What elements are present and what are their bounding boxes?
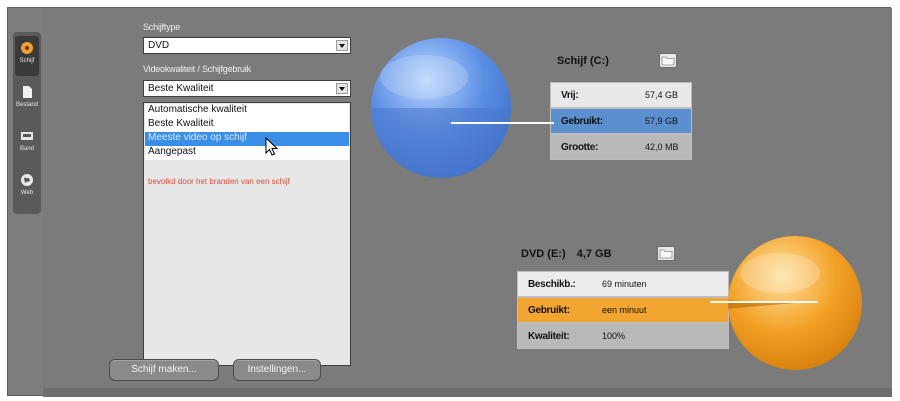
- quality-option[interactable]: Beste Kwaliteit: [145, 118, 349, 132]
- quality-value: Beste Kwaliteit: [148, 83, 214, 94]
- mouse-cursor-icon: [265, 137, 279, 156]
- sidebar-item-label: Bestand: [15, 102, 39, 108]
- sidebar-item-web[interactable]: Web: [15, 168, 39, 208]
- row-key: Grootte:: [561, 142, 599, 153]
- chevron-down-icon[interactable]: [336, 83, 348, 94]
- disc-type-select[interactable]: DVD: [143, 37, 351, 54]
- drive-c-title: Schijf (C:): [557, 55, 609, 67]
- row-value: 69 minuten: [602, 279, 647, 289]
- drive-c-row-free: Vrij: 57,4 GB: [550, 82, 692, 108]
- row-key: Vrij:: [561, 90, 579, 101]
- folder-icon: [661, 56, 675, 66]
- sidebar-item-label: Schijf: [19, 58, 35, 64]
- row-key: Gebruikt:: [528, 305, 570, 316]
- settings-button[interactable]: Instellingen...: [233, 359, 321, 381]
- row-value: 42,0 MB: [645, 142, 679, 152]
- app-window: Schijf Bestand Band Web Schijftype DVD V…: [7, 7, 892, 397]
- sidebar-item-file[interactable]: Bestand: [15, 80, 39, 120]
- row-key: Gebruikt:: [561, 116, 603, 127]
- sidebar-item-tape[interactable]: Band: [15, 124, 39, 164]
- quality-option[interactable]: Aangepast: [145, 146, 349, 160]
- dvd-folder-button[interactable]: [657, 246, 675, 261]
- quality-option[interactable]: Automatische kwaliteit: [145, 104, 349, 118]
- dvd-usage-pie: [710, 236, 862, 370]
- file-icon: [23, 86, 32, 98]
- sidebar-item-label: Band: [19, 146, 34, 152]
- quality-info-text: bevolkd door het branden van een schijf: [148, 177, 290, 186]
- quality-option-selected[interactable]: Meeste video op schijf: [145, 132, 349, 146]
- sidebar: Schijf Bestand Band Web: [13, 32, 41, 214]
- sidebar-item-label: Web: [20, 190, 34, 196]
- drive-c-folder-button[interactable]: [659, 53, 677, 68]
- drive-c-row-size: Grootte: 42,0 MB: [550, 134, 692, 160]
- folder-icon: [659, 249, 673, 259]
- dvd-row-quality: Kwaliteit: 100%: [517, 323, 729, 349]
- dvd-capacity: 4,7 GB: [576, 248, 612, 260]
- main-panel: Schijftype DVD Videokwaliteit / Schijfge…: [43, 8, 892, 397]
- drive-c-pie-used-slice: [371, 108, 511, 178]
- row-value: 100%: [602, 331, 626, 341]
- quality-dropdown-list: Automatische kwaliteit Beste Kwaliteit M…: [143, 102, 351, 366]
- chevron-down-icon[interactable]: [336, 40, 348, 51]
- row-key: Kwaliteit:: [528, 331, 570, 342]
- globe-icon: [21, 174, 33, 186]
- quality-label: Videokwaliteit / Schijfgebruik: [143, 64, 251, 74]
- dvd-title-text: DVD (E:): [521, 248, 566, 260]
- dvd-title: DVD (E:) 4,7 GB: [521, 248, 612, 260]
- row-value: 57,9 GB: [645, 116, 679, 126]
- make-disc-button[interactable]: Schijf maken...: [109, 359, 219, 381]
- quality-select[interactable]: Beste Kwaliteit: [143, 80, 351, 97]
- dvd-pie-highlight: [740, 253, 820, 293]
- row-value: 57,4 GB: [645, 90, 679, 100]
- drive-c-row-used: Gebruikt: 57,9 GB: [550, 108, 692, 134]
- row-value: een minuut: [602, 305, 647, 315]
- drive-c-usage-pie: [371, 38, 554, 178]
- disc-type-value: DVD: [148, 40, 170, 51]
- sidebar-item-disc[interactable]: Schijf: [15, 36, 39, 76]
- row-key: Beschikb.:: [528, 279, 576, 290]
- disc-icon: [21, 42, 33, 54]
- disc-type-label: Schijftype: [143, 22, 181, 32]
- panel-floor: [43, 388, 892, 397]
- dvd-row-available: Beschikb.: 69 minuten: [517, 271, 729, 297]
- dvd-row-used: Gebruikt: een minuut: [517, 297, 729, 323]
- drive-c-pie-highlight: [380, 55, 468, 99]
- tape-icon: [21, 132, 33, 140]
